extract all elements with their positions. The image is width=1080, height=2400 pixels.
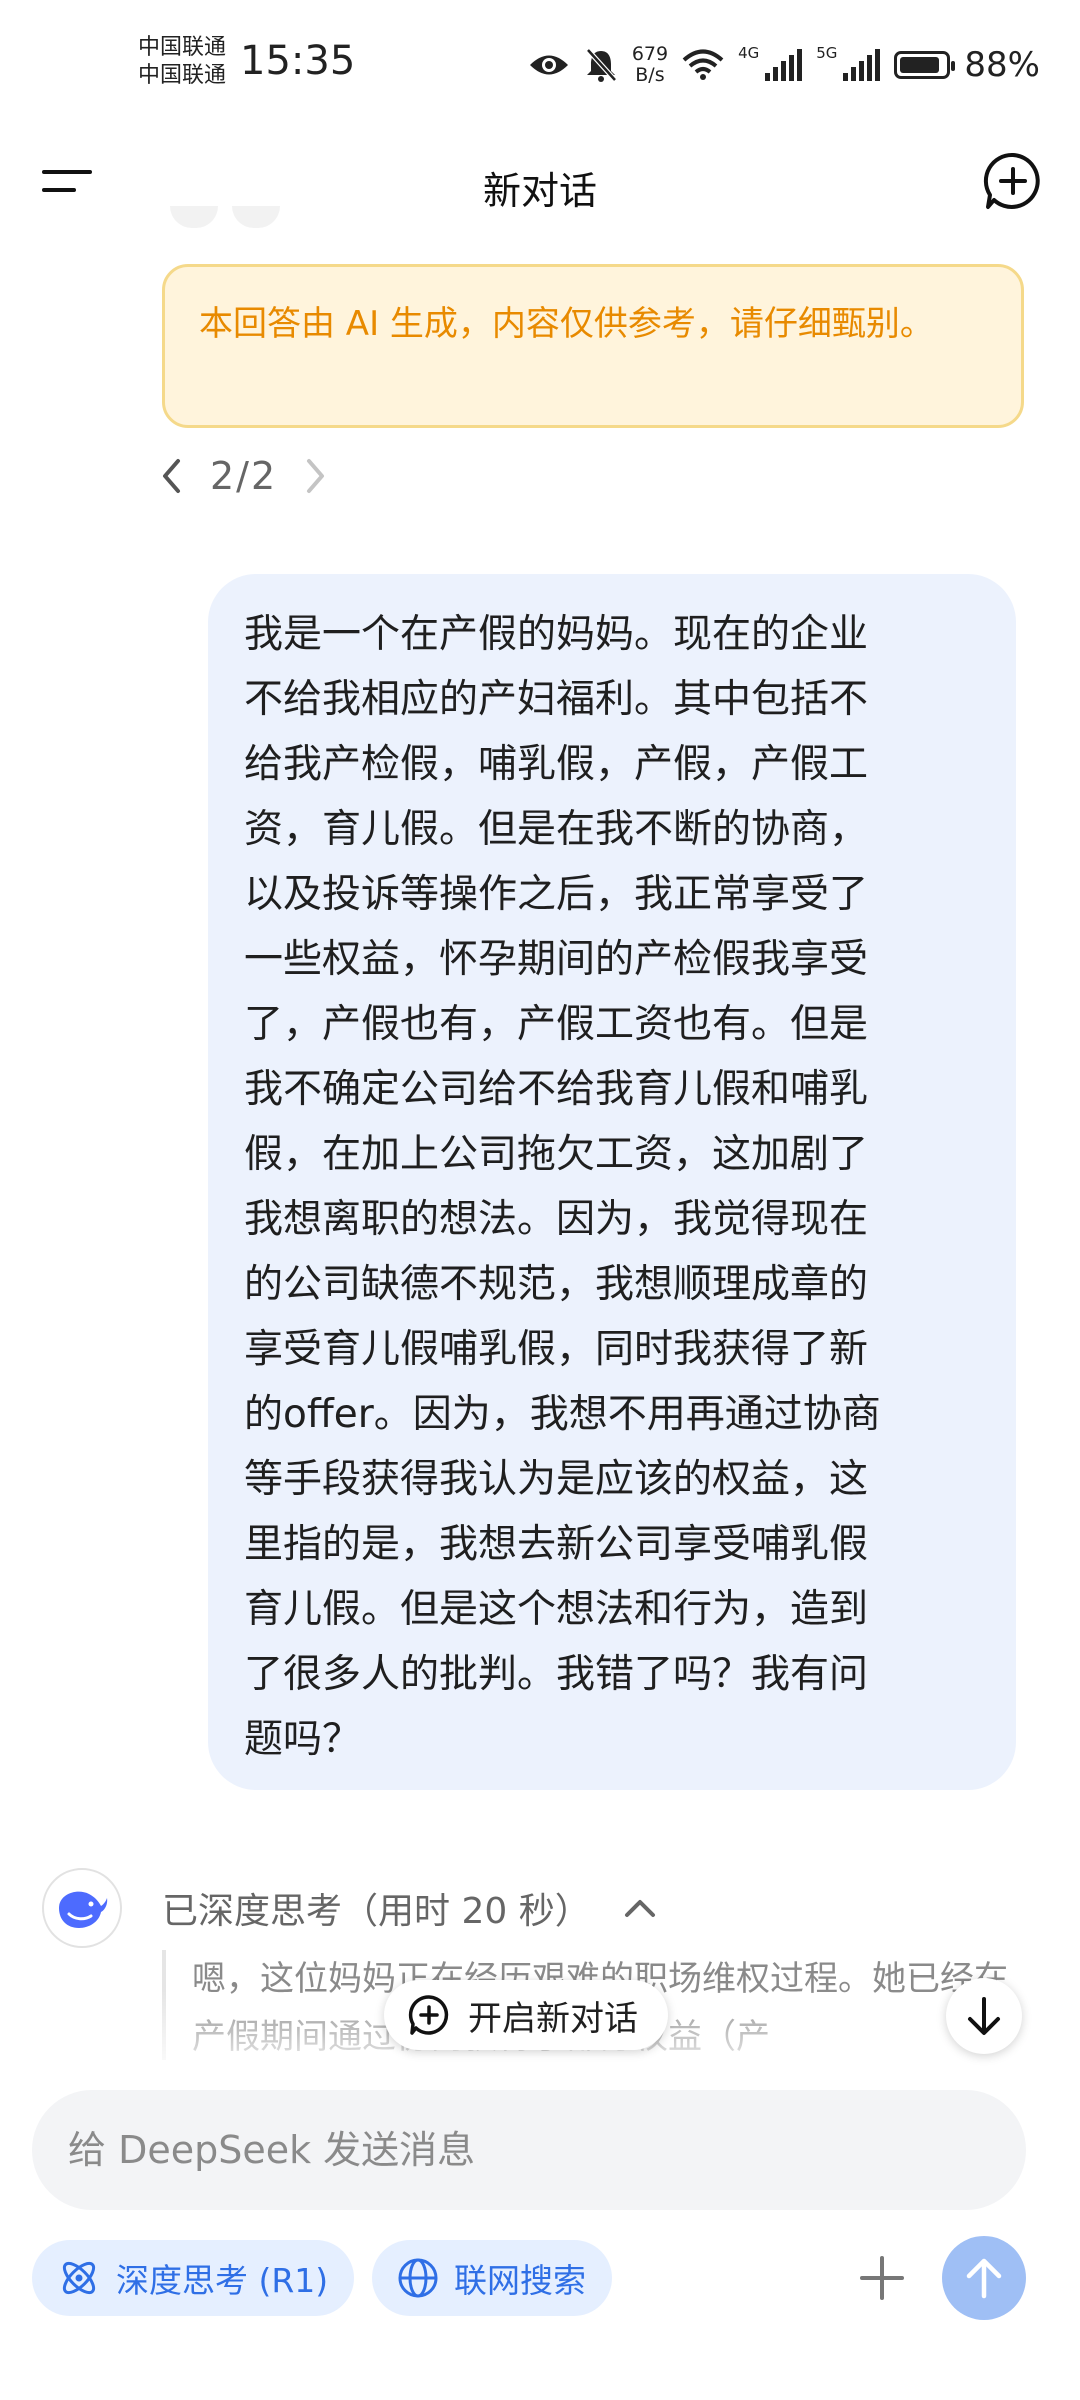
battery-level [900, 57, 940, 73]
globe-icon [398, 2258, 438, 2298]
arrow-up-icon [966, 2258, 1002, 2299]
deepseek-whale-icon [59, 1891, 108, 1928]
net-speed: 679 B/s [632, 44, 668, 86]
attach-button[interactable] [854, 2250, 910, 2306]
send-button[interactable] [942, 2236, 1026, 2320]
deep-think-toggle[interactable]: 深度思考 (R1) [32, 2240, 355, 2316]
status-bar: 中国联通 中国联通 15:35 679 B/s 4G 5G 88% [0, 0, 1080, 130]
new-chat-icon [983, 152, 1040, 209]
chevron-left-icon[interactable] [160, 457, 184, 495]
net-type-1: 4G [738, 44, 760, 62]
signal-icon [843, 49, 881, 81]
new-conversation-label: 开启新对话 [468, 1998, 638, 2039]
web-search-toggle[interactable]: 联网搜索 [372, 2240, 612, 2316]
net-speed-value: 679 [631, 43, 669, 65]
response-pager: 2/2 [160, 450, 327, 502]
thinking-label: 已深度思考（用时 20 秒） [162, 1891, 591, 1932]
plus-icon [860, 2256, 904, 2300]
page-title: 新对话 [482, 169, 597, 213]
assistant-avatar [42, 1868, 122, 1948]
bell-muted-icon [585, 48, 617, 82]
message-input-container [32, 2090, 1026, 2210]
truncated-content [170, 206, 290, 230]
scroll-to-bottom-button[interactable] [946, 1978, 1022, 2054]
chevron-right-icon[interactable] [303, 457, 327, 495]
net-speed-unit: B/s [635, 64, 665, 86]
carrier-info: 中国联通 中国联通 [138, 34, 226, 90]
deep-think-label: 深度思考 (R1) [116, 2261, 329, 2300]
carrier-2: 中国联通 [138, 63, 227, 88]
pager-count: 2/2 [210, 454, 278, 498]
status-icons: 679 B/s 4G 5G 88% [528, 40, 1040, 90]
user-message-bubble[interactable]: 我是一个在产假的妈妈。现在的企业 不给我相应的产妇福利。其中包括不 给我产检假，… [208, 574, 1016, 1790]
new-conversation-button[interactable]: 开启新对话 [384, 1980, 668, 2050]
message-input[interactable] [66, 2127, 992, 2173]
thinking-toggle[interactable]: 已深度思考（用时 20 秒） [162, 1882, 657, 1934]
battery-icon [894, 51, 956, 79]
battery-percent: 88% [964, 45, 1040, 85]
chevron-up-icon [624, 1900, 655, 1917]
app-header: 新对话 [0, 130, 1080, 240]
arrow-down-icon [968, 1997, 1000, 2035]
atom-icon [62, 2261, 96, 2295]
ai-disclaimer-notice: 本回答由 AI 生成，内容仅供参考，请仔细甄别。 [162, 264, 1024, 428]
new-chat-button[interactable] [982, 150, 1044, 212]
plus-circle-icon [408, 1995, 449, 2035]
clock: 15:35 [240, 38, 356, 84]
signal-icon [765, 49, 803, 81]
net-type-2: 5G [816, 44, 838, 62]
eye-icon [529, 55, 568, 75]
wifi-icon [682, 49, 724, 80]
carrier-1: 中国联通 [138, 35, 227, 60]
web-search-label: 联网搜索 [454, 2261, 586, 2300]
